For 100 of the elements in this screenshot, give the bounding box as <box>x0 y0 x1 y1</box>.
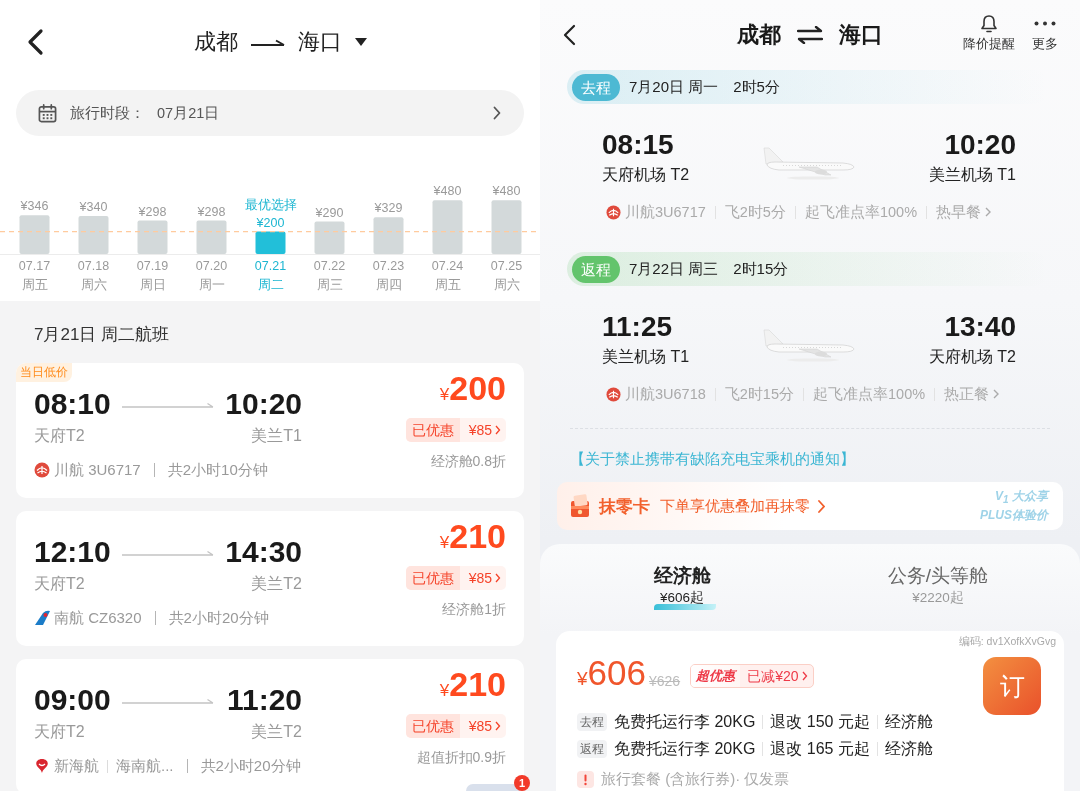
price-bar[interactable] <box>373 217 404 254</box>
back-icon[interactable] <box>562 24 576 46</box>
flight-detail-text: 热早餐 <box>936 203 982 222</box>
price-text: ¥210 <box>439 519 506 557</box>
price-label: ¥340 <box>79 199 108 214</box>
dropdown-caret-icon[interactable] <box>354 38 367 46</box>
promo-banner[interactable]: 抹零卡 下单享优惠叠加再抹零 V$_{1}$ 大众享 PLUS体验价 <box>557 482 1063 530</box>
rule-text: 退改 150 元起 <box>770 711 870 732</box>
rule-text: 经济舱 <box>884 738 933 759</box>
promo-title: 抹零卡 <box>599 495 650 518</box>
book-button[interactable]: 订 <box>983 657 1041 715</box>
chevron-right-icon <box>818 499 825 513</box>
chevron-icon <box>801 671 808 681</box>
origin-city: 成都 <box>193 28 238 56</box>
x-tick-label: 07.18 <box>77 258 110 275</box>
leg-duration: 2时15分 <box>733 259 789 279</box>
airline-logo-icon <box>606 386 621 402</box>
price-bar[interactable] <box>78 215 109 254</box>
date-value: 07月21日 <box>157 103 220 123</box>
leg-date: 7月22日 周三 <box>629 259 719 279</box>
swap-arrows-icon[interactable] <box>797 26 823 44</box>
flight-detail-text: 起飞准点率100% <box>804 203 918 222</box>
calendar-icon <box>38 103 57 123</box>
airline-text: 川航 3U6717 <box>54 460 141 480</box>
fare-note: 经济舱1折 <box>442 600 506 619</box>
arrival-time: 13:40 <box>944 311 1016 343</box>
x-tick-label: 07.24 <box>431 258 464 275</box>
flight-detail-text: 飞2时15分 <box>724 385 794 404</box>
duration-text: 共2小时20分钟 <box>200 756 301 776</box>
price-bar[interactable] <box>19 215 50 254</box>
original-price: ¥626 <box>649 673 681 689</box>
day-option[interactable]: 07.22 周三 <box>300 257 359 295</box>
flight-detail-text: 川航3U6718 <box>625 385 706 404</box>
discount-button[interactable]: 已优惠 ¥85 <box>405 418 506 442</box>
exclamation-icon <box>577 770 594 788</box>
fare-price: ¥606 <box>577 653 646 694</box>
discount-button[interactable]: 已优惠 ¥85 <box>405 714 506 738</box>
day-option[interactable]: 07.23 周四 <box>359 257 418 295</box>
discount-button[interactable]: 已优惠 ¥85 <box>405 566 506 590</box>
x-tick-label: 07.22 <box>313 258 346 275</box>
cabin-tab[interactable]: 经济舱 ¥606起 <box>653 563 711 607</box>
low-price-tag: 当日低价 <box>16 363 72 382</box>
arrival-time: 11:20 <box>226 683 302 717</box>
day-option[interactable]: 07.25 周六 <box>477 257 536 295</box>
price-bar[interactable] <box>137 220 168 254</box>
note-text: 旅行套餐 (含旅行券)· 仅发票 <box>601 769 790 789</box>
flight-card[interactable]: 当日低价 08:10 10:20 天府T2 美兰T1 川航 3U6717 共2小时10分钟 ¥200 已优惠 ¥85 经济舱0.8折 <box>16 363 524 498</box>
more-button[interactable]: 更多 <box>1032 14 1058 52</box>
best-choice-label: 最优选择 <box>244 197 297 212</box>
section-title: 7月21日 周二航班 <box>34 324 170 346</box>
price-label: ¥298 <box>197 204 226 219</box>
airline-logo-icon <box>34 758 50 774</box>
price-bar[interactable] <box>255 231 286 254</box>
departure-airport: 天府T2 <box>34 426 85 446</box>
flight-arrow-icon <box>122 696 214 704</box>
price-alert-button[interactable]: 降价提醒 <box>963 14 1015 52</box>
price-label: ¥200 <box>256 215 285 230</box>
fare-note: 经济舱0.8折 <box>430 452 506 471</box>
origin-city: 成都 <box>737 21 781 49</box>
arrival-time: 14:30 <box>225 535 302 569</box>
chevron-right-icon[interactable] <box>985 207 992 217</box>
rule-text: 退改 165 元起 <box>770 738 870 759</box>
notice-link[interactable]: 【关于禁止携带有缺陷充电宝乘机的通知】 <box>570 449 855 469</box>
bell-icon <box>979 14 999 34</box>
fare-note: 超值折扣0.9折 <box>416 748 506 767</box>
price-label: ¥298 <box>138 204 167 219</box>
arrival-time: 10:20 <box>225 387 302 421</box>
day-option[interactable]: 07.21 周二 <box>241 257 300 295</box>
leg-tag: 去程 <box>577 713 607 731</box>
date-bar[interactable]: 旅行时段： 07月21日 <box>16 90 524 136</box>
chevron-icon <box>495 573 501 583</box>
price-bar[interactable] <box>432 200 463 254</box>
cabin-tab[interactable]: 公务/头等舱 ¥2220起 <box>887 563 989 607</box>
flight-arrow-icon <box>122 548 214 556</box>
departure-airport: 天府机场 T2 <box>602 165 690 185</box>
arrival-airport: 美兰T1 <box>251 426 302 446</box>
day-option[interactable]: 07.17 周五 <box>5 257 64 295</box>
arrival-airport: 美兰机场 T1 <box>928 165 1016 185</box>
flight-detail-text: 起飞准点率100% <box>813 385 926 404</box>
x-tick-label: 07.19 <box>136 258 169 275</box>
x-tick-label: 07.20 <box>195 258 228 275</box>
rule-text: 免费托运行李 20KG <box>614 738 756 759</box>
departure-airport: 天府T2 <box>34 574 85 594</box>
price-label: ¥480 <box>492 184 521 199</box>
price-bar[interactable] <box>491 200 522 254</box>
discount-button[interactable]: 超优惠 已减¥20 <box>690 664 814 688</box>
arrival-airport: 美兰T2 <box>251 574 302 594</box>
price-bar[interactable] <box>196 220 227 254</box>
airline-logo-icon <box>34 462 50 478</box>
price-label: ¥329 <box>374 201 403 216</box>
destination-city: 海口 <box>839 21 883 49</box>
flight-card[interactable]: 12:10 14:30 天府T2 美兰T2 南航 CZ6320 共2小时20分钟 ¥210 已优惠 ¥85 经济舱1折 <box>16 511 524 646</box>
day-option[interactable]: 07.19 周日 <box>123 257 182 295</box>
destination-city: 海口 <box>297 28 342 56</box>
day-option[interactable]: 07.24 周五 <box>418 257 477 295</box>
flight-detail-text: 飞2时5分 <box>724 203 786 222</box>
airline-text: 新海航 <box>54 756 99 776</box>
price-bar[interactable] <box>314 221 345 254</box>
day-option[interactable]: 07.18 周六 <box>64 257 123 295</box>
chevron-right-icon[interactable] <box>993 389 1000 399</box>
